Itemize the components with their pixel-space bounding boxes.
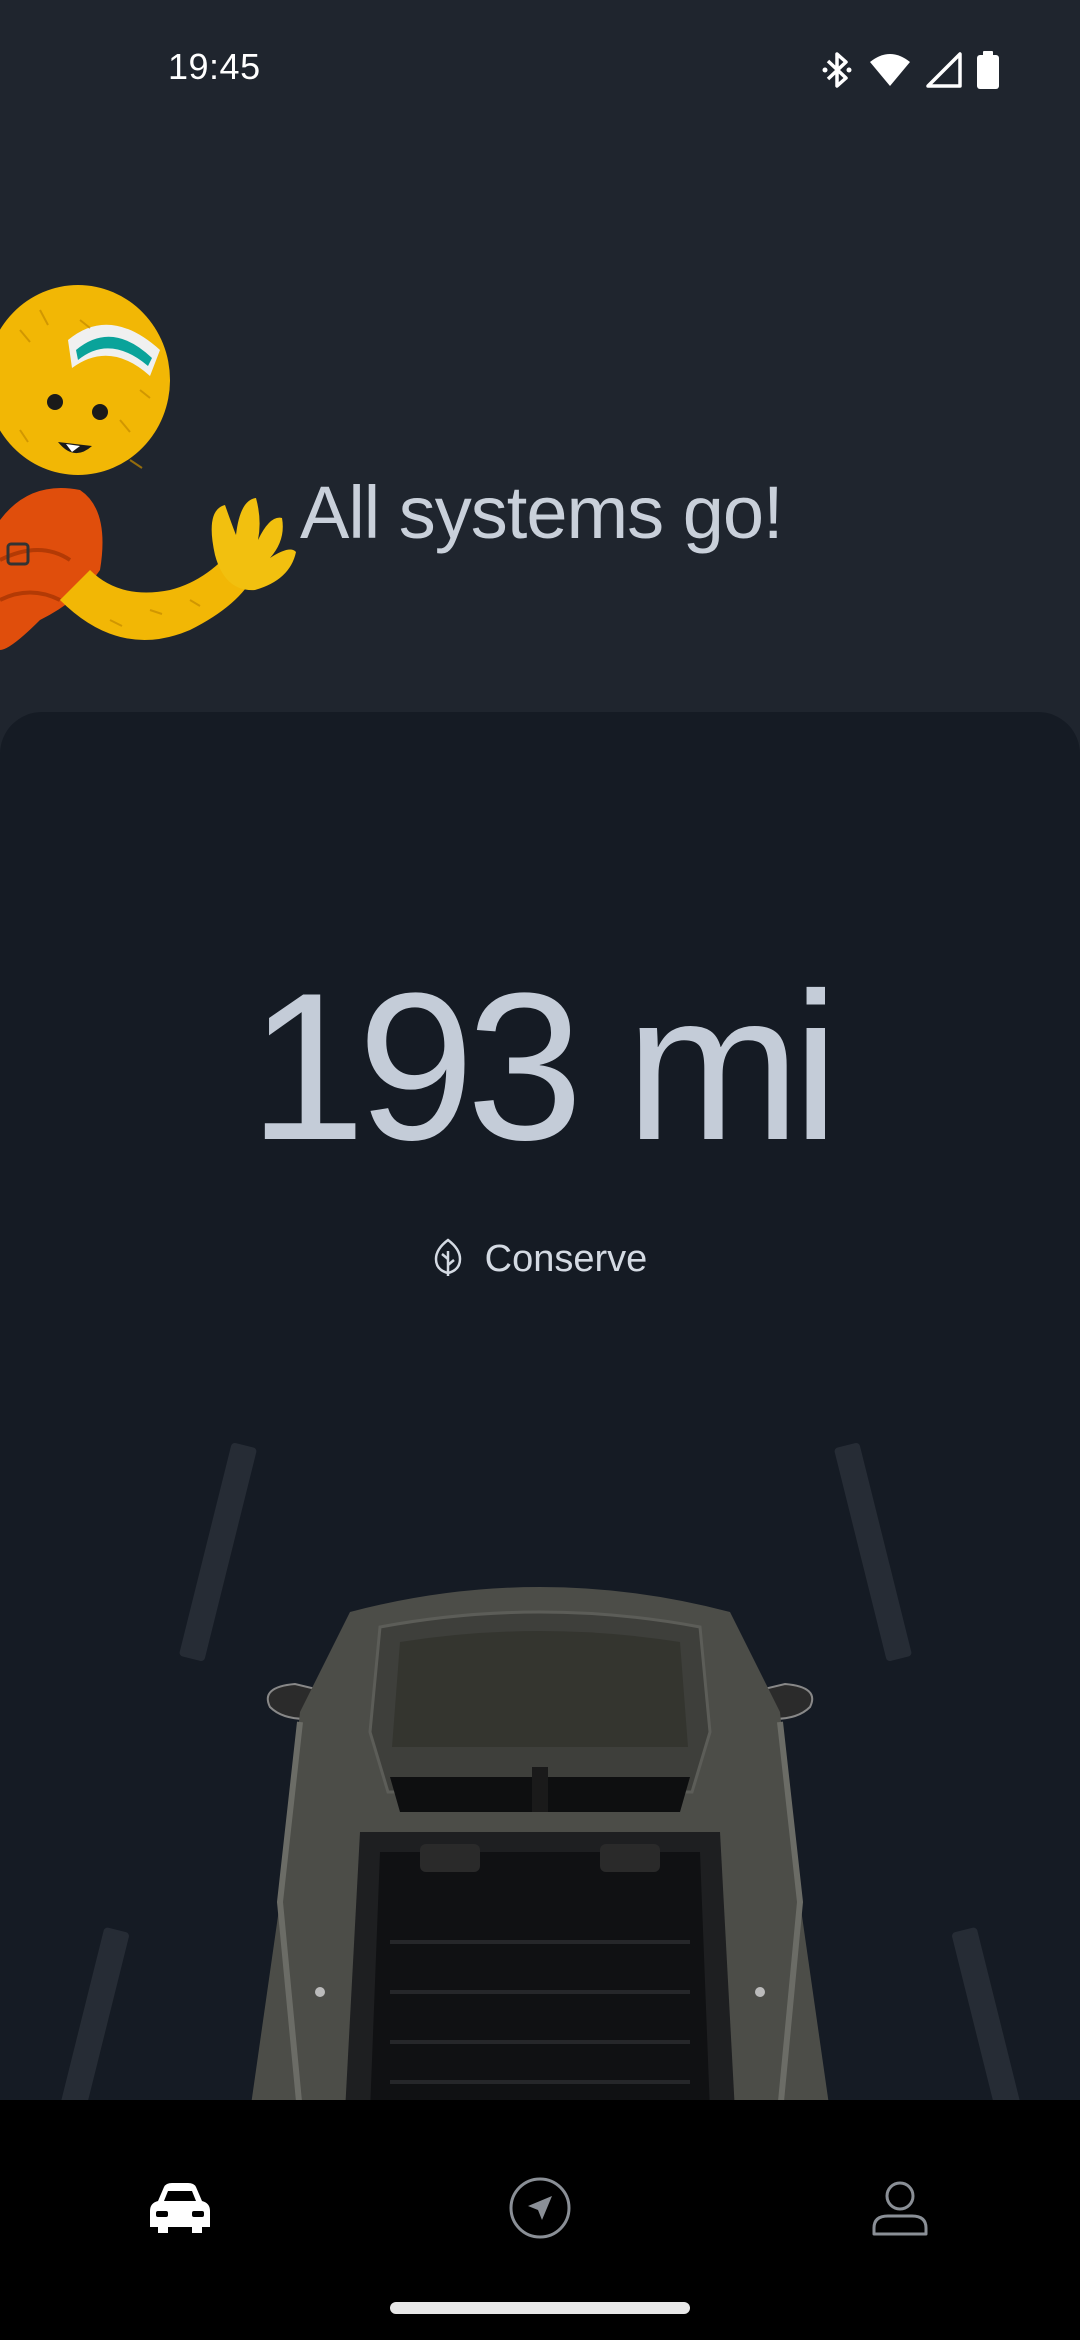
navigation-icon [508, 2176, 572, 2245]
nav-navigation-tab[interactable] [480, 2150, 600, 2270]
cellular-signal-icon [926, 52, 962, 88]
status-bar: 19:45 [0, 0, 1080, 140]
profile-icon [870, 2178, 930, 2243]
home-indicator[interactable] [390, 2302, 690, 2314]
wifi-icon [868, 52, 912, 88]
vehicle-icon [148, 2181, 212, 2240]
leaf-icon [433, 1237, 463, 1282]
status-icons [820, 48, 1000, 92]
home-screen: 19:45 All systems go! 193 mi Conserve [0, 0, 1080, 2340]
battery-icon [976, 50, 1000, 90]
range-value: 193 mi [248, 949, 839, 1184]
vehicle-image [240, 1572, 840, 2102]
drive-mode-row[interactable]: Conserve [0, 1237, 1080, 1282]
greeting-headline: All systems go! [300, 471, 784, 554]
lane-marking [56, 1926, 130, 2102]
nav-vehicle-tab[interactable] [120, 2150, 240, 2270]
lane-marking [833, 1442, 913, 1662]
bottom-navigation [0, 2100, 1080, 2340]
status-time: 19:45 [168, 46, 261, 87]
mascot-illustration [0, 180, 300, 700]
drive-mode-label: Conserve [484, 1238, 648, 1280]
vehicle-card[interactable]: 193 mi Conserve [0, 712, 1080, 2102]
lane-marking [951, 1926, 1025, 2102]
nav-profile-tab[interactable] [840, 2150, 960, 2270]
bluetooth-icon [820, 50, 854, 90]
